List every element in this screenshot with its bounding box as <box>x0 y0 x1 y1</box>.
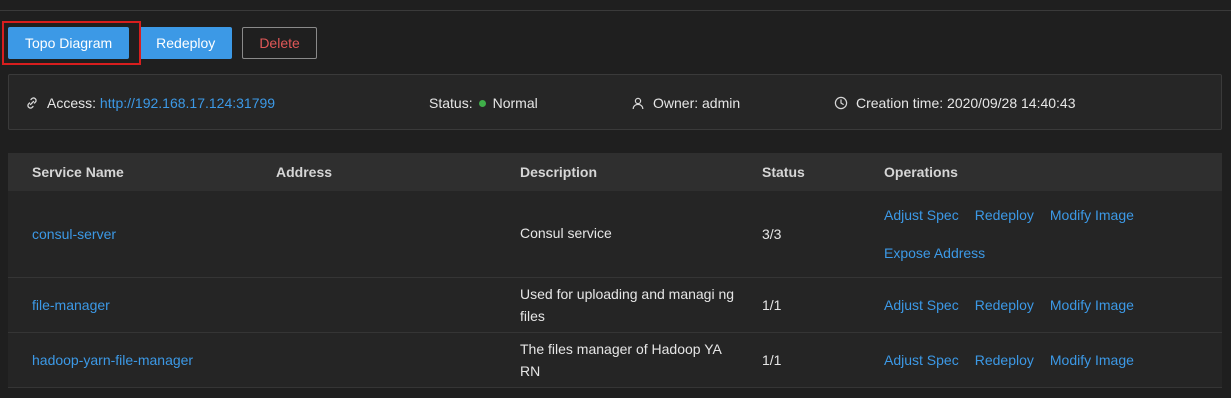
adjust-spec-link[interactable]: Adjust Spec <box>884 207 959 223</box>
status-info: Status: Normal <box>429 95 538 111</box>
operations-group: Adjust Spec Redeploy Modify Image <box>884 352 1150 368</box>
service-name-link[interactable]: consul-server <box>32 226 116 242</box>
table-row: consul-server Consul service 3/3 Adjust … <box>8 191 1222 278</box>
info-bar: Access: http://192.168.17.124:31799 Stat… <box>8 74 1222 130</box>
top-divider <box>0 10 1231 11</box>
adjust-spec-link[interactable]: Adjust Spec <box>884 297 959 313</box>
header-status: Status <box>762 164 805 180</box>
owner-text: Owner: admin <box>653 95 741 111</box>
service-name-link[interactable]: file-manager <box>32 297 110 313</box>
creation-info: Creation time: 2020/09/28 14:40:43 <box>834 95 1076 111</box>
service-status: 1/1 <box>762 297 782 313</box>
table-header: Service Name Address Description Status … <box>8 153 1222 191</box>
header-service-name: Service Name <box>32 164 124 180</box>
redeploy-button[interactable]: Redeploy <box>139 27 233 59</box>
service-description: Consul service <box>520 225 612 241</box>
service-description: The files manager of Hadoop YA RN <box>520 341 722 379</box>
owner-info: Owner: admin <box>631 95 740 111</box>
status-value: Normal <box>492 95 538 111</box>
services-table: Service Name Address Description Status … <box>8 153 1222 388</box>
table-row: hadoop-yarn-file-manager The files manag… <box>8 333 1222 388</box>
adjust-spec-link[interactable]: Adjust Spec <box>884 352 959 368</box>
modify-image-link[interactable]: Modify Image <box>1050 352 1134 368</box>
redeploy-link[interactable]: Redeploy <box>975 297 1034 313</box>
access-label: Access: <box>47 95 97 111</box>
expose-address-link[interactable]: Expose Address <box>884 245 985 261</box>
operations-group: Expose Address <box>884 245 1001 261</box>
header-description: Description <box>520 164 598 180</box>
header-operations: Operations <box>884 164 958 180</box>
status-label: Status: <box>429 95 473 111</box>
redeploy-link[interactable]: Redeploy <box>975 352 1034 368</box>
modify-image-link[interactable]: Modify Image <box>1050 207 1134 223</box>
table-row: file-manager Used for uploading and mana… <box>8 278 1222 333</box>
operations-group: Adjust Spec Redeploy Modify Image <box>884 297 1150 313</box>
creation-text: Creation time: 2020/09/28 14:40:43 <box>856 95 1076 111</box>
redeploy-link[interactable]: Redeploy <box>975 207 1034 223</box>
service-name-link[interactable]: hadoop-yarn-file-manager <box>32 352 193 368</box>
service-description: Used for uploading and managi ng files <box>520 286 735 324</box>
status-dot <box>478 99 486 107</box>
access-link[interactable]: http://192.168.17.124:31799 <box>100 95 275 111</box>
user-icon <box>631 96 645 110</box>
access-info: Access: http://192.168.17.124:31799 <box>25 95 275 111</box>
operations-group: Adjust Spec Redeploy Modify Image <box>884 207 1150 223</box>
clock-icon <box>834 96 848 110</box>
header-address: Address <box>276 164 333 180</box>
delete-button[interactable]: Delete <box>242 27 317 59</box>
service-status: 1/1 <box>762 352 782 368</box>
modify-image-link[interactable]: Modify Image <box>1050 297 1134 313</box>
link-icon <box>25 96 39 110</box>
highlight-box <box>2 21 141 65</box>
service-status: 3/3 <box>762 226 782 242</box>
